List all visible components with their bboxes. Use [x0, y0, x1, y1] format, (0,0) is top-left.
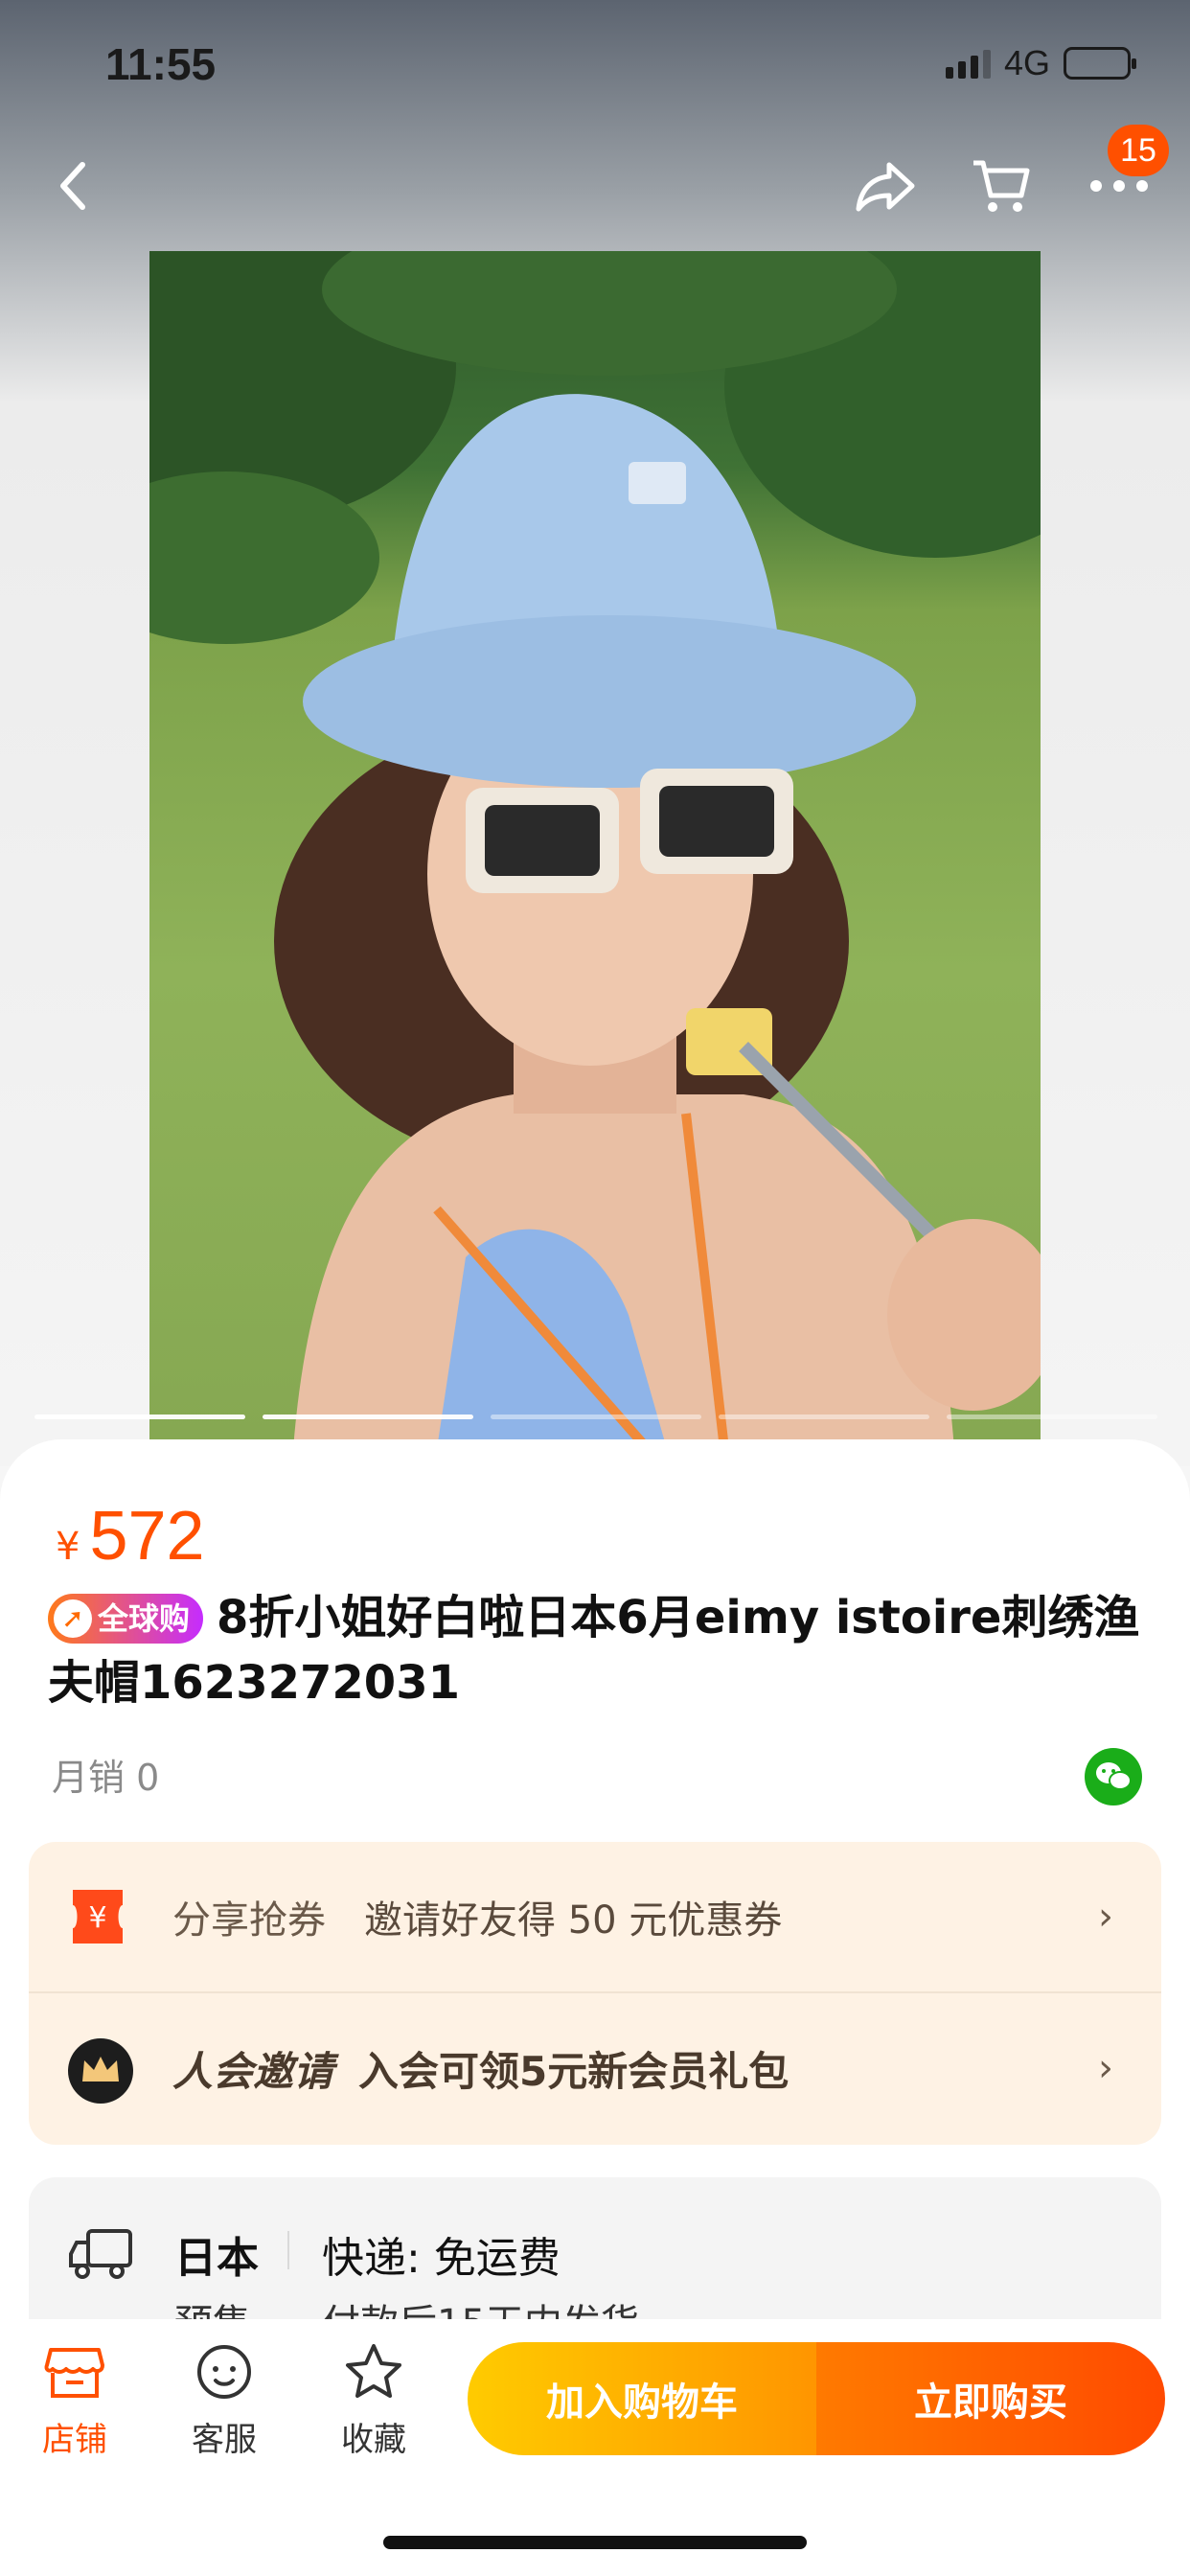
- back-icon[interactable]: [42, 155, 103, 217]
- shipping-method: 快递: 免运费: [322, 2234, 561, 2283]
- indicator-dot: [34, 1414, 245, 1419]
- indicator-dot: [947, 1414, 1157, 1419]
- top-nav: [0, 134, 1190, 230]
- indicator-dot: [263, 1414, 473, 1419]
- star-icon: [342, 2340, 405, 2404]
- product-gallery[interactable]: 11:55 4G 15: [0, 0, 1190, 1466]
- product-title-text: 8折小姐好白啦日本6月eimy istoire刺绣渔夫帽1623272031: [48, 1591, 1140, 1710]
- tab-store[interactable]: 店铺: [17, 2340, 132, 2474]
- price: ¥ 572: [56, 1497, 205, 1576]
- message-count-badge: 15: [1108, 125, 1169, 176]
- status-bar: 11:55 4G: [0, 0, 1190, 125]
- promo-text: 邀请好友得 50 元优惠券: [364, 1898, 783, 1943]
- network-label: 4G: [1003, 43, 1050, 82]
- price-value: 572: [89, 1498, 205, 1575]
- promo-text: 入会可领5元新会员礼包: [358, 2047, 790, 2095]
- product-photo[interactable]: [149, 251, 1041, 1449]
- tab-label: 客服: [192, 2421, 257, 2459]
- global-tag-label: 全球购: [98, 1600, 191, 1637]
- wechat-icon[interactable]: [1085, 1748, 1142, 1806]
- global-purchase-tag: ➚ 全球购: [48, 1594, 204, 1644]
- buy-now-button[interactable]: 立即购买: [816, 2342, 1165, 2455]
- svg-text:¥: ¥: [88, 1901, 106, 1935]
- gallery-indicator: [34, 1414, 1157, 1419]
- status-indicators: 4G: [945, 43, 1136, 82]
- chevron-right-icon: ›: [1098, 2046, 1113, 2090]
- battery-icon: [1064, 47, 1136, 80]
- currency-symbol: ¥: [56, 1525, 80, 1569]
- divider: [287, 2231, 289, 2269]
- add-to-cart-button[interactable]: 加入购物车: [468, 2342, 816, 2455]
- promo-label: 人会邀请: [172, 2047, 334, 2095]
- tab-customer-service[interactable]: 客服: [167, 2340, 282, 2474]
- cart-icon[interactable]: [970, 155, 1031, 217]
- chevron-right-icon: ›: [1098, 1895, 1113, 1939]
- global-icon: ➚: [54, 1599, 92, 1638]
- promo-label: 分享抢券: [172, 1898, 326, 1943]
- product-detail-page: 11:55 4G 15 ¥ 572 ➚ 全球购 8折小姐好白啦日本6月eimy …: [0, 0, 1190, 2576]
- monthly-sales: 月销 0: [52, 1757, 160, 1799]
- product-title: ➚ 全球购 8折小姐好白啦日本6月eimy istoire刺绣渔夫帽162327…: [48, 1585, 1150, 1715]
- tab-favorite[interactable]: 收藏: [316, 2340, 431, 2474]
- delivery-truck-icon: [67, 2225, 134, 2283]
- share-coupon-row[interactable]: ¥ 分享抢券 邀请好友得 50 元优惠券 ›: [29, 1842, 1161, 1991]
- coupon-icon: ¥: [67, 1886, 128, 1947]
- customer-service-icon: [193, 2340, 256, 2404]
- signal-icon: [945, 48, 991, 79]
- promotion-panel: ¥ 分享抢券 邀请好友得 50 元优惠券 › 人会邀请 入会可领5元新会员礼包 …: [29, 1842, 1161, 2145]
- status-time: 11:55: [105, 39, 217, 89]
- store-icon: [43, 2340, 106, 2404]
- tab-label: 店铺: [42, 2421, 107, 2459]
- indicator-dot: [491, 1414, 701, 1419]
- indicator-dot: [719, 1414, 929, 1419]
- product-photo-illustration: [149, 251, 1041, 1449]
- member-invite-row[interactable]: 人会邀请 入会可领5元新会员礼包 ›: [29, 1993, 1161, 2143]
- share-icon[interactable]: [855, 155, 916, 217]
- crown-icon: [67, 2037, 133, 2104]
- product-info-card: ¥ 572 ➚ 全球购 8折小姐好白啦日本6月eimy istoire刺绣渔夫帽…: [0, 1439, 1190, 2407]
- ship-origin: 日本: [174, 2234, 259, 2283]
- tab-label: 收藏: [341, 2421, 406, 2459]
- home-indicator[interactable]: [383, 2536, 807, 2549]
